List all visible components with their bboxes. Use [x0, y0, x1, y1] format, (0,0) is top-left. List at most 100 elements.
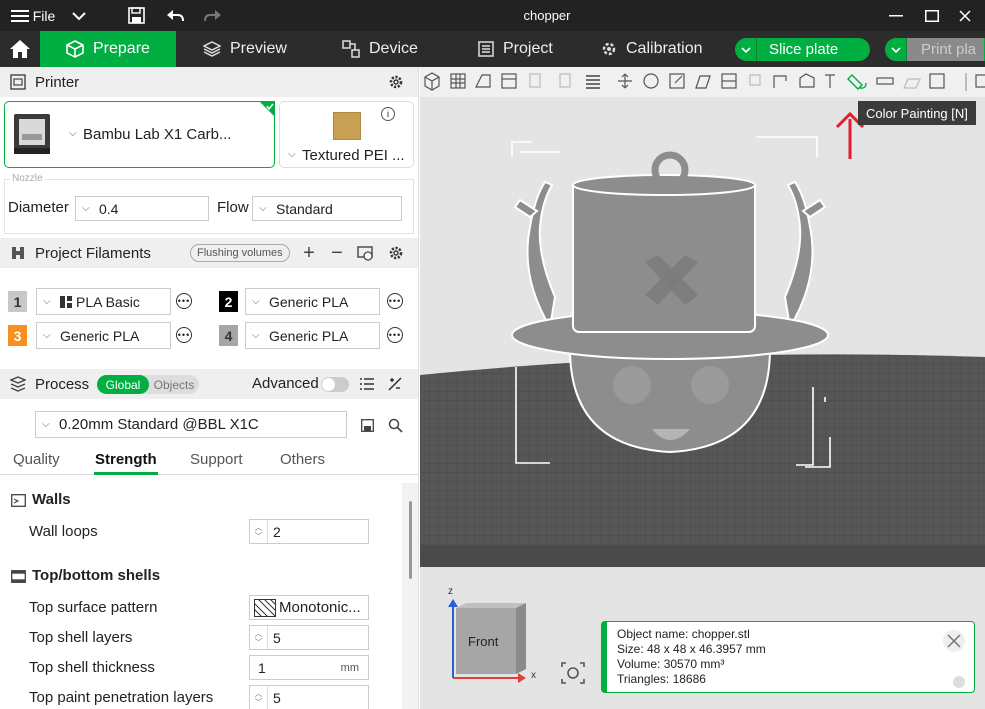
- plate-chevron-icon[interactable]: ⌵: [288, 149, 296, 160]
- slice-dropdown-chevron-icon[interactable]: [735, 38, 757, 61]
- diameter-label: Diameter: [8, 199, 69, 216]
- stepper-arrows-icon[interactable]: ︿ ﹀: [250, 520, 268, 543]
- redo-icon[interactable]: [203, 0, 223, 31]
- close-info-icon[interactable]: [943, 630, 965, 652]
- top-layers-stepper[interactable]: ︿ ﹀ 5: [249, 625, 369, 650]
- tab-device[interactable]: Device: [342, 31, 418, 67]
- compare-icon[interactable]: [386, 375, 404, 393]
- filament-2-select[interactable]: ⌵ Generic PLA: [245, 288, 380, 315]
- top-pattern-select[interactable]: Monotonic...: [249, 595, 369, 620]
- object-info-panel: Object name: chopper.stl Size: 48 x 48 x…: [601, 621, 975, 693]
- orientation-cube-label[interactable]: Front: [468, 634, 498, 649]
- printer-icon: [9, 73, 27, 91]
- project-icon: [478, 41, 494, 57]
- print-plate-button[interactable]: Print pla: [885, 38, 985, 61]
- tab-project[interactable]: Project: [478, 31, 553, 67]
- toggle-global[interactable]: Global: [97, 375, 149, 394]
- filament-1-swatch[interactable]: 1: [8, 291, 27, 312]
- filament-4-select[interactable]: ⌵ Generic PLA: [245, 322, 380, 349]
- bambu-logo-icon: [60, 295, 72, 308]
- maximize-icon[interactable]: [922, 0, 942, 31]
- info-object-name: Object name: chopper.stl: [617, 627, 750, 641]
- device-icon: [342, 40, 360, 58]
- axis-x-label: x: [531, 670, 536, 681]
- filament-1-select[interactable]: ⌵ PLA Basic: [36, 288, 171, 315]
- filament-3-select[interactable]: ⌵ Generic PLA: [36, 322, 171, 349]
- filament-3-swatch[interactable]: 3: [8, 325, 27, 346]
- process-preset-select[interactable]: ⌵ 0.20mm Standard @BBL X1C: [35, 411, 347, 438]
- filament-2-swatch[interactable]: 2: [219, 291, 238, 312]
- info-icon[interactable]: i: [381, 107, 395, 121]
- wall-loops-stepper[interactable]: ︿ ﹀ 2: [249, 519, 369, 544]
- file-menu[interactable]: File: [33, 0, 56, 31]
- list-view-icon[interactable]: [358, 375, 376, 393]
- cube-icon: [66, 40, 84, 58]
- remove-filament-icon[interactable]: −: [328, 242, 346, 264]
- flow-value: Standard: [276, 200, 333, 217]
- layers-icon: [203, 41, 221, 57]
- toggle-objects[interactable]: Objects: [149, 375, 199, 394]
- settings-scrollbar-thumb[interactable]: [409, 501, 412, 579]
- tab-others[interactable]: Others: [280, 451, 325, 468]
- home-button[interactable]: [0, 31, 40, 67]
- top-thickness-value: 1: [258, 659, 266, 676]
- hamburger-menu-icon[interactable]: [10, 0, 30, 31]
- top-paint-stepper[interactable]: ︿ ﹀ 5: [249, 685, 369, 709]
- walls-title: Walls: [32, 491, 71, 508]
- save-preset-icon[interactable]: [358, 417, 376, 433]
- print-dropdown-chevron-icon[interactable]: [885, 38, 907, 61]
- shells-icon: [9, 568, 27, 584]
- tab-prepare[interactable]: Prepare: [40, 31, 176, 67]
- minimize-icon[interactable]: [886, 0, 906, 31]
- move-icon: [618, 73, 632, 89]
- slice-plate-button[interactable]: Slice plate: [735, 38, 870, 61]
- tab-preview[interactable]: Preview: [203, 31, 287, 67]
- filament-4-more-icon[interactable]: •••: [387, 327, 403, 343]
- window-title: chopper: [523, 8, 571, 23]
- add-filament-icon[interactable]: +: [300, 242, 318, 264]
- global-objects-toggle[interactable]: Global Objects: [97, 375, 199, 394]
- collapse-info-icon[interactable]: [953, 676, 965, 688]
- stepper-arrows-icon[interactable]: ︿ ﹀: [250, 686, 268, 709]
- settings-scrollbar-track[interactable]: [402, 483, 418, 709]
- printer-card[interactable]: ⌵ Bambu Lab X1 Carb...: [4, 101, 275, 168]
- filament-1-more-icon[interactable]: •••: [176, 293, 192, 309]
- tab-strength[interactable]: Strength: [95, 451, 157, 468]
- chevron-down-icon: ⌵: [42, 419, 50, 430]
- filament-2-more-icon[interactable]: •••: [387, 293, 403, 309]
- printer-chevron-icon[interactable]: ⌵: [69, 128, 77, 139]
- plate-grid-icon: [450, 73, 466, 89]
- home-icon: [10, 40, 30, 58]
- advanced-switch[interactable]: [321, 377, 349, 392]
- tab-calibration[interactable]: Calibration: [601, 31, 702, 67]
- flow-select[interactable]: ⌵ Standard: [252, 196, 402, 221]
- chevron-down-icon: ⌵: [259, 203, 267, 214]
- printer-settings-gear-icon[interactable]: [386, 72, 406, 92]
- shells-title: Top/bottom shells: [32, 567, 161, 584]
- save-icon[interactable]: [126, 0, 146, 31]
- chevron-down-icon: ⌵: [252, 330, 260, 341]
- top-thickness-input[interactable]: 1 mm: [249, 655, 369, 680]
- sync-filament-icon[interactable]: [356, 244, 374, 262]
- stepper-arrows-icon[interactable]: ︿ ﹀: [250, 626, 268, 649]
- undo-icon[interactable]: [165, 0, 185, 31]
- tab-support[interactable]: Support: [190, 451, 243, 468]
- 3d-viewport[interactable]: Front z x Color Painting [N] Object name…: [420, 67, 985, 709]
- plate-card[interactable]: i ⌵ Textured PEI ...: [279, 101, 414, 168]
- layers-list-icon: [586, 75, 600, 89]
- top-paint-value: 5: [273, 689, 281, 706]
- filament-section-title: Project Filaments: [35, 244, 151, 262]
- search-icon[interactable]: [386, 416, 404, 434]
- filament-3-more-icon[interactable]: •••: [176, 327, 192, 343]
- close-window-icon[interactable]: [955, 0, 975, 31]
- color-painting-tooltip: Color Painting [N]: [858, 101, 976, 125]
- flushing-volumes-button[interactable]: Flushing volumes: [190, 244, 290, 262]
- chevron-down-icon[interactable]: [70, 0, 88, 31]
- filament-settings-gear-icon[interactable]: [386, 243, 406, 263]
- tab-quality[interactable]: Quality: [13, 451, 60, 468]
- process-icon: [9, 375, 27, 393]
- filament-4-swatch[interactable]: 4: [219, 325, 238, 346]
- fit-view-icon: [561, 662, 585, 684]
- diameter-select[interactable]: ⌵ 0.4: [75, 196, 209, 221]
- slice-plate-label: Slice plate: [769, 41, 839, 58]
